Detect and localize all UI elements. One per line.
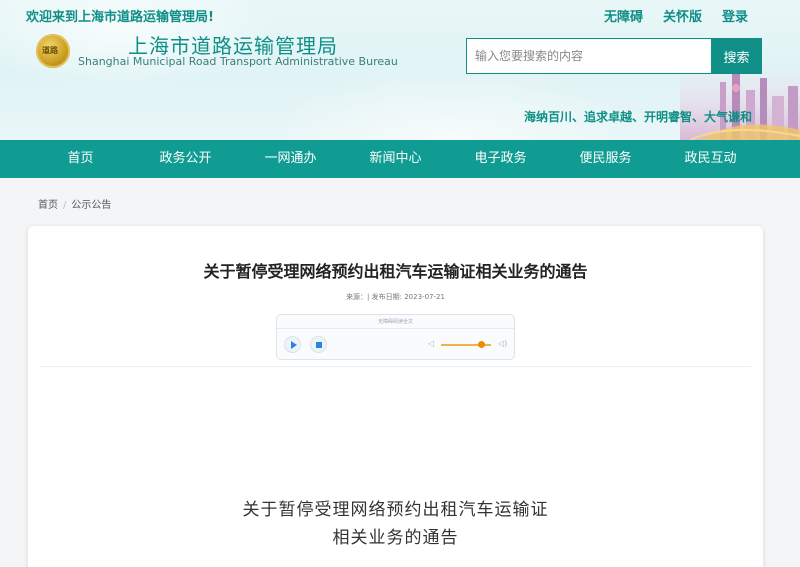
- breadcrumb-current[interactable]: 公示公告: [71, 200, 111, 211]
- article-card: 关于暂停受理网络预约出租汽车运输证相关业务的通告 来源：| 发布日期: 2023…: [28, 226, 763, 567]
- play-button[interactable]: [284, 336, 301, 353]
- nav-item-e-government[interactable]: 电子政务: [448, 140, 553, 178]
- bureau-logo-icon[interactable]: 道路: [36, 34, 70, 68]
- article-title: 关于暂停受理网络预约出租汽车运输证相关业务的通告: [203, 262, 588, 281]
- logo-text: 道路: [42, 46, 58, 55]
- elder-care-mode-link[interactable]: 关怀版: [663, 6, 702, 25]
- document-title-line-1: 关于暂停受理网络预约出租汽车运输证: [242, 500, 549, 520]
- top-links: 无障碍 关怀版 登录: [604, 6, 748, 25]
- search-input[interactable]: [467, 39, 711, 73]
- nav-item-home[interactable]: 首页: [28, 140, 133, 178]
- nav-item-interaction[interactable]: 政民互动: [658, 140, 763, 178]
- audio-player: 无障碍阅读全文 ◁ ◁): [276, 314, 515, 360]
- volume-low-icon[interactable]: ◁: [428, 339, 434, 348]
- breadcrumb-separator: /: [63, 200, 67, 211]
- search-box: [466, 38, 712, 74]
- stop-button[interactable]: [310, 336, 327, 353]
- player-header: 无障碍阅读全文: [277, 315, 514, 329]
- document-title-line-2: 相关业务的通告: [332, 528, 459, 548]
- nav-item-news-center[interactable]: 新闻中心: [343, 140, 448, 178]
- site-subtitle: Shanghai Municipal Road Transport Admini…: [78, 55, 398, 68]
- slogan: 海纳百川、追求卓越、开明睿智、大气谦和: [524, 110, 753, 124]
- breadcrumb-home[interactable]: 首页: [38, 200, 58, 211]
- breadcrumb: 首页 / 公示公告: [38, 196, 111, 211]
- search-button[interactable]: 搜索: [711, 38, 762, 74]
- nav-item-public-services[interactable]: 便民服务: [553, 140, 658, 178]
- volume-high-icon[interactable]: ◁): [498, 339, 507, 348]
- nav-item-government-affairs[interactable]: 政务公开: [133, 140, 238, 178]
- login-link[interactable]: 登录: [722, 6, 748, 25]
- article-meta: 来源：| 发布日期: 2023-07-21: [346, 293, 445, 301]
- site-header: 欢迎来到上海市道路运输管理局! 无障碍 关怀版 登录 道路 上海市道路运输管理局…: [0, 0, 800, 140]
- volume-slider-handle[interactable]: [478, 341, 485, 348]
- accessibility-link[interactable]: 无障碍: [604, 6, 643, 25]
- nav-item-one-stop-service[interactable]: 一网通办: [238, 140, 343, 178]
- welcome-message: 欢迎来到上海市道路运输管理局!: [26, 10, 214, 25]
- divider: [40, 366, 751, 367]
- document-title: 关于暂停受理网络预约出租汽车运输证 相关业务的通告: [28, 496, 763, 552]
- main-nav: 首页 政务公开 一网通办 新闻中心 电子政务 便民服务 政民互动: [0, 140, 800, 178]
